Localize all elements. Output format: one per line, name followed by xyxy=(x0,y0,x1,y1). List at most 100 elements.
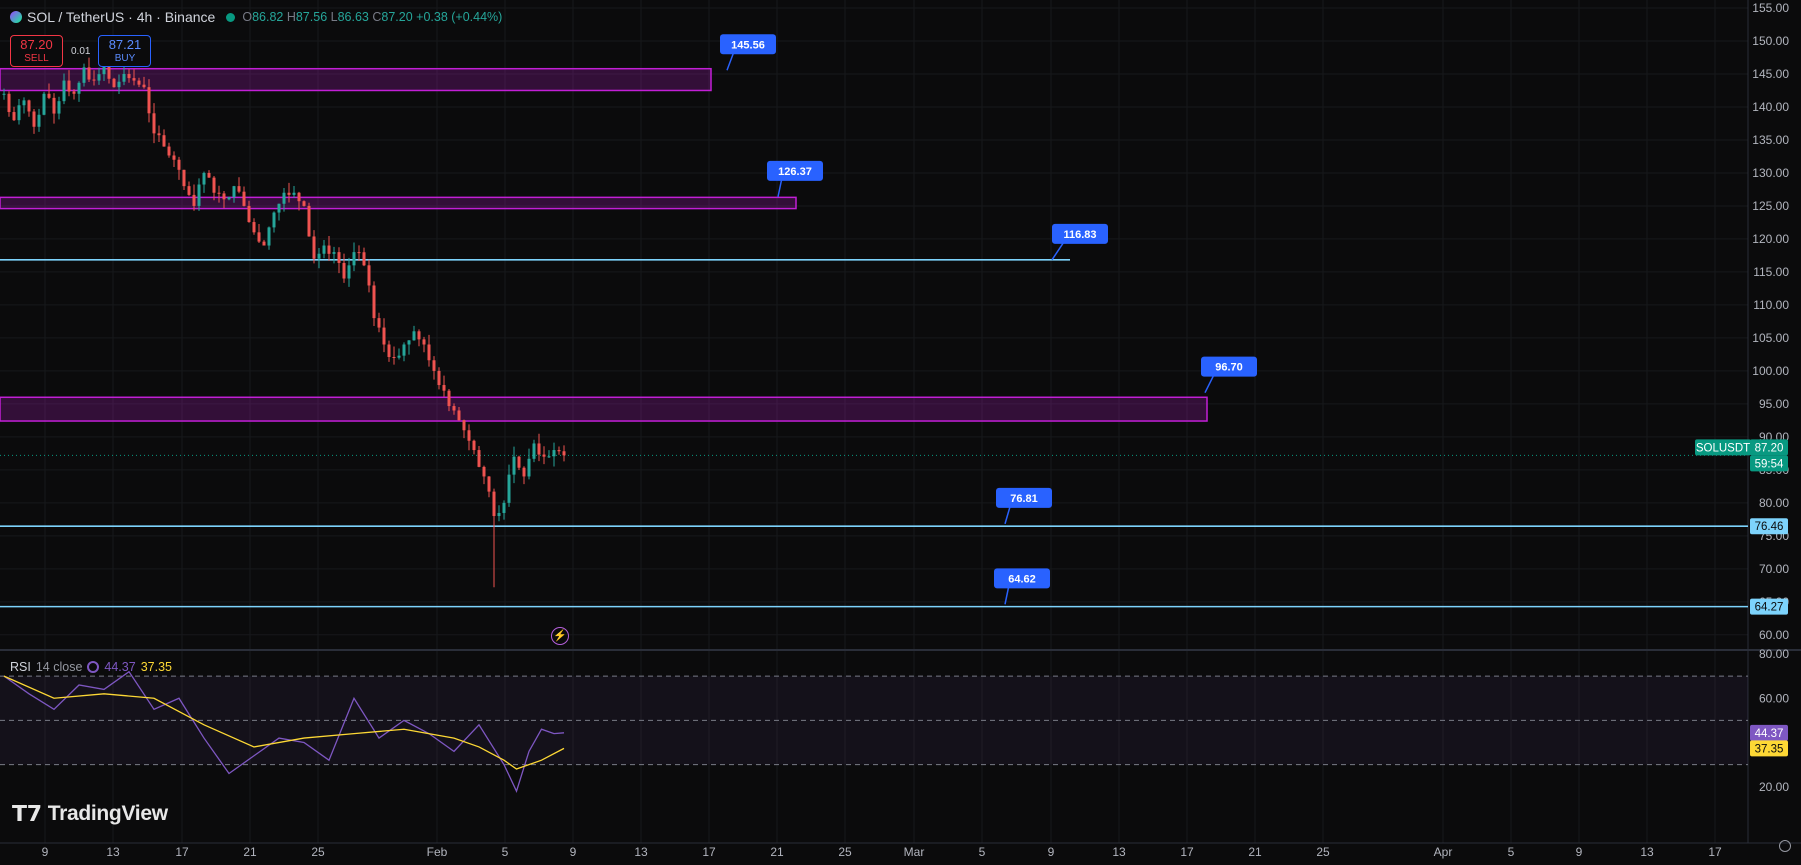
candle-body xyxy=(152,113,156,134)
price-callout[interactable]: 145.56 xyxy=(720,34,776,55)
candle-body xyxy=(522,467,526,477)
candle-body xyxy=(277,203,281,213)
price-callout[interactable]: 116.83 xyxy=(1052,223,1108,244)
candle-body xyxy=(372,285,376,319)
lightning-icon[interactable]: ⚡ xyxy=(551,627,569,645)
supply-zone xyxy=(0,196,797,210)
x-tick-label: Mar xyxy=(904,845,925,859)
x-tick-label: 17 xyxy=(175,845,189,859)
candle-body xyxy=(392,357,396,359)
x-tick-label: 17 xyxy=(1180,845,1194,859)
candle-body xyxy=(147,87,151,114)
candle-body xyxy=(467,430,471,441)
candle-body xyxy=(197,184,201,206)
candle-body xyxy=(157,133,161,136)
price-callout[interactable]: 76.81 xyxy=(996,487,1052,508)
rsi-label[interactable]: RSI xyxy=(10,660,31,674)
trade-panel: 87.20 SELL 0.01 87.21 BUY xyxy=(10,35,152,67)
candle-body xyxy=(507,474,511,503)
candle-body xyxy=(562,451,566,456)
chart-canvas[interactable]: 145.56 126.37 116.83 96.70 76.81 64.62 9 13 17 2… xyxy=(0,0,1801,865)
candle-body xyxy=(447,390,451,407)
tradingview-logo[interactable]: 𝗧𝟳 TradingView xyxy=(12,801,168,827)
candle-body xyxy=(237,186,241,192)
y-tick-label: 145.00 xyxy=(1752,67,1789,81)
buy-button[interactable]: 87.21 BUY xyxy=(98,35,152,67)
candle-body xyxy=(242,191,246,206)
y-tick-label: 130.00 xyxy=(1752,166,1789,180)
candle-body xyxy=(32,111,36,127)
y-tick-label: 95.00 xyxy=(1759,397,1789,411)
callout-label: 145.56 xyxy=(731,39,765,51)
sell-button[interactable]: 87.20 SELL xyxy=(10,35,63,67)
candle-body xyxy=(427,344,431,361)
candle-body xyxy=(527,458,531,477)
y-tick-label: 115.00 xyxy=(1753,265,1789,279)
candle-body xyxy=(412,331,416,341)
candle-body xyxy=(472,440,476,451)
candle-body xyxy=(267,227,271,246)
candle-body xyxy=(247,205,251,223)
supply-zone xyxy=(0,67,712,92)
price-callout[interactable]: 96.70 xyxy=(1201,356,1257,377)
price-callout[interactable]: 64.62 xyxy=(994,568,1050,589)
candle-body xyxy=(382,327,386,345)
candle-body xyxy=(177,159,181,170)
price-tag-label: 59:54 xyxy=(1755,458,1784,470)
x-tick-label: 21 xyxy=(770,845,784,859)
candle-body xyxy=(502,502,506,513)
candle-body xyxy=(387,344,391,358)
candle-body xyxy=(182,169,186,187)
x-tick-label: 5 xyxy=(979,845,986,859)
y-tick-label: 105.00 xyxy=(1752,331,1789,345)
price-tag-label: 64.27 xyxy=(1755,602,1784,614)
candle-body xyxy=(2,93,6,95)
candle-body xyxy=(517,456,521,468)
candle-body xyxy=(67,80,71,92)
candle-body xyxy=(142,84,146,88)
candle-body xyxy=(317,253,321,259)
x-tick-label: 13 xyxy=(1640,845,1654,859)
candle-body xyxy=(557,450,561,452)
candle-body xyxy=(47,93,51,98)
candle-body xyxy=(57,101,61,114)
candle-body xyxy=(327,245,331,254)
candle-body xyxy=(367,265,371,286)
ohlc-values: O86.82 H87.56 L86.63 C87.20 +0.38 (+0.44… xyxy=(242,10,503,24)
candle-body xyxy=(112,78,116,88)
x-tick-label: 25 xyxy=(838,845,852,859)
candle-body xyxy=(352,252,356,266)
rsi-tag-label: 44.37 xyxy=(1755,728,1784,740)
candle-body xyxy=(337,252,341,263)
candle-body xyxy=(457,410,461,421)
x-tick-label: Apr xyxy=(1434,845,1453,859)
candle-body xyxy=(437,370,441,386)
callout-label: 116.83 xyxy=(1063,229,1096,241)
price-callout[interactable]: 126.37 xyxy=(767,160,823,181)
y-tick-label: 120.00 xyxy=(1752,232,1789,246)
candle-body xyxy=(482,466,486,477)
candle-body xyxy=(167,146,171,156)
candle-body xyxy=(547,456,551,458)
rsi-y-tick-label: 80.00 xyxy=(1759,647,1789,661)
candle-body xyxy=(37,114,41,127)
candle-body xyxy=(252,222,256,233)
candle-body xyxy=(82,67,86,83)
x-tick-label: 17 xyxy=(1708,845,1722,859)
candle-body xyxy=(87,67,91,80)
price-tag-label: 87.20 xyxy=(1755,442,1784,454)
settings-icon[interactable] xyxy=(1779,840,1791,852)
callout-label: 76.81 xyxy=(1010,493,1038,505)
candle-body xyxy=(22,100,26,106)
x-tick-label: 13 xyxy=(106,845,120,859)
candle-body xyxy=(257,232,261,242)
candle-body xyxy=(17,105,21,121)
x-tick-label: 9 xyxy=(42,845,49,859)
symbol-title[interactable]: SOL / TetherUS · 4h · Binance xyxy=(27,9,215,25)
candle-body xyxy=(97,74,101,81)
candle-body xyxy=(207,172,211,178)
rsi-value: 44.37 xyxy=(104,660,136,674)
candle-body xyxy=(322,245,326,254)
candle-body xyxy=(462,420,466,431)
candle-body xyxy=(417,331,421,340)
